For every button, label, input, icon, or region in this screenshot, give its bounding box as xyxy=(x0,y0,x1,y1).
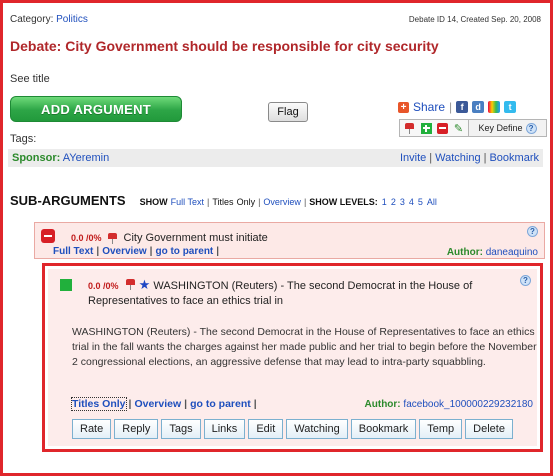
key-define-bar: ✎ Key Define ? xyxy=(399,119,547,137)
watching-button[interactable]: Watching xyxy=(286,419,348,439)
minus-icon xyxy=(437,122,449,134)
debate-meta: Debate ID 14, Created Sep. 20, 2008 xyxy=(408,15,541,24)
argument-card-con: 0.0 /0% City Government must initiate Fu… xyxy=(34,222,545,259)
watching-link[interactable]: Watching xyxy=(435,152,480,164)
plus-icon xyxy=(420,122,432,134)
invite-link[interactable]: Invite xyxy=(400,152,426,164)
sponsor-bar: Sponsor: AYeremin Invite | Watching | Bookma… xyxy=(8,149,543,167)
argument-action-bar: Rate Reply Tags Links Edit Watching Book… xyxy=(72,419,513,439)
delete-button[interactable]: Delete xyxy=(465,419,513,439)
full-text-link[interactable]: Full Text xyxy=(171,197,204,207)
argument-score: 0.0 /0% xyxy=(71,233,102,243)
argument-title[interactable]: City Government must initiate xyxy=(124,232,268,244)
go-to-parent-link[interactable]: go to parent xyxy=(190,398,251,410)
pro-icon xyxy=(60,279,72,291)
pin-icon[interactable] xyxy=(125,279,136,290)
level-3-link[interactable]: 3 xyxy=(400,197,405,207)
help-icon[interactable]: ? xyxy=(527,226,538,237)
author-link[interactable]: daneaquino xyxy=(486,247,538,258)
key-icons: ✎ xyxy=(399,119,469,137)
level-1-link[interactable]: 1 xyxy=(382,197,387,207)
sponsor-link[interactable]: AYeremin xyxy=(63,152,109,164)
add-argument-button[interactable]: ADD ARGUMENT xyxy=(10,96,182,122)
titles-only-link[interactable]: Titles Only xyxy=(71,397,127,411)
only-text: Only xyxy=(236,197,256,207)
share-plus-icon[interactable]: + xyxy=(398,101,409,113)
pin-icon xyxy=(404,123,415,134)
level-2-link[interactable]: 2 xyxy=(391,197,396,207)
overview-link[interactable]: Overview xyxy=(134,398,181,410)
author-label: Author: xyxy=(446,247,483,258)
argument-title-row: 0.0 /0% ★ WASHINGTON (Reuters) - The sec… xyxy=(88,277,508,309)
see-title-text: See title xyxy=(10,73,50,85)
tags-label: Tags: xyxy=(10,133,37,145)
edit-button[interactable]: Edit xyxy=(248,419,284,439)
share-bar: + Share | f d t xyxy=(398,100,517,114)
go-to-parent-link[interactable]: go to parent xyxy=(155,246,213,257)
reply-button[interactable]: Reply xyxy=(114,419,159,439)
key-define-button[interactable]: Key Define ? xyxy=(469,119,547,137)
show-label: SHOW xyxy=(139,197,168,207)
help-icon[interactable]: ? xyxy=(525,122,537,134)
level-4-link[interactable]: 4 xyxy=(409,197,414,207)
thumb-icon: ✎ xyxy=(453,122,464,135)
flag-button[interactable]: Flag xyxy=(268,102,308,122)
links-button[interactable]: Links xyxy=(203,419,246,439)
con-icon xyxy=(41,229,55,243)
star-icon[interactable]: ★ xyxy=(139,277,151,292)
argument-links: Full Text | Overview | go to parent | xyxy=(53,246,220,257)
bookmark-button[interactable]: Bookmark xyxy=(350,419,417,439)
pin-icon[interactable] xyxy=(107,233,118,244)
myspace-icon[interactable] xyxy=(488,101,501,113)
key-define-label: Key Define xyxy=(478,123,523,133)
category-label: Category: xyxy=(10,14,54,25)
category-line: Category: Politics xyxy=(10,14,88,25)
titles-text[interactable]: Titles xyxy=(212,197,233,207)
help-icon[interactable]: ? xyxy=(520,275,531,286)
sponsor-info: Sponsor: AYeremin xyxy=(12,152,109,164)
tags-button[interactable]: Tags xyxy=(161,419,201,439)
sponsor-label: Sponsor: xyxy=(12,152,61,164)
sub-arguments-title: SUB-ARGUMENTS xyxy=(10,193,126,208)
temp-button[interactable]: Temp xyxy=(419,419,463,439)
rate-button[interactable]: Rate xyxy=(72,419,112,439)
argument-card-pro: 0.0 /0% ★ WASHINGTON (Reuters) - The sec… xyxy=(42,263,543,452)
twitter-icon[interactable]: t xyxy=(504,101,517,113)
page-title: Debate: City Government should be respon… xyxy=(10,38,439,54)
argument-score: 0.0 /0% xyxy=(88,281,119,291)
argument-links: Titles Only | Overview | go to parent | xyxy=(71,397,257,411)
show-levels-label: SHOW LEVELS: xyxy=(309,197,378,207)
argument-title-row: 0.0 /0% City Government must initiate xyxy=(71,232,268,244)
level-all-link[interactable]: All xyxy=(427,197,437,207)
sponsor-actions: Invite | Watching | Bookmark xyxy=(400,152,539,164)
digg-icon[interactable]: d xyxy=(472,101,485,113)
overview-link[interactable]: Overview xyxy=(263,197,301,207)
full-text-link[interactable]: Full Text xyxy=(53,246,93,257)
category-link[interactable]: Politics xyxy=(56,14,88,25)
author-link[interactable]: facebook_100000229232180 xyxy=(403,399,533,410)
level-5-link[interactable]: 5 xyxy=(418,197,423,207)
author-label: Author: xyxy=(364,399,401,410)
facebook-icon[interactable]: f xyxy=(456,101,469,113)
author-line: Author: facebook_100000229232180 xyxy=(365,399,533,410)
argument-body: WASHINGTON (Reuters) - The second Democr… xyxy=(72,326,537,368)
share-link[interactable]: Share xyxy=(413,100,445,114)
author-line: Author: daneaquino xyxy=(447,247,538,258)
bookmark-link[interactable]: Bookmark xyxy=(489,152,539,164)
overview-link[interactable]: Overview xyxy=(102,246,146,257)
sub-arguments-header: SUB-ARGUMENTS SHOW Full Text | Titles Onl… xyxy=(10,193,437,208)
